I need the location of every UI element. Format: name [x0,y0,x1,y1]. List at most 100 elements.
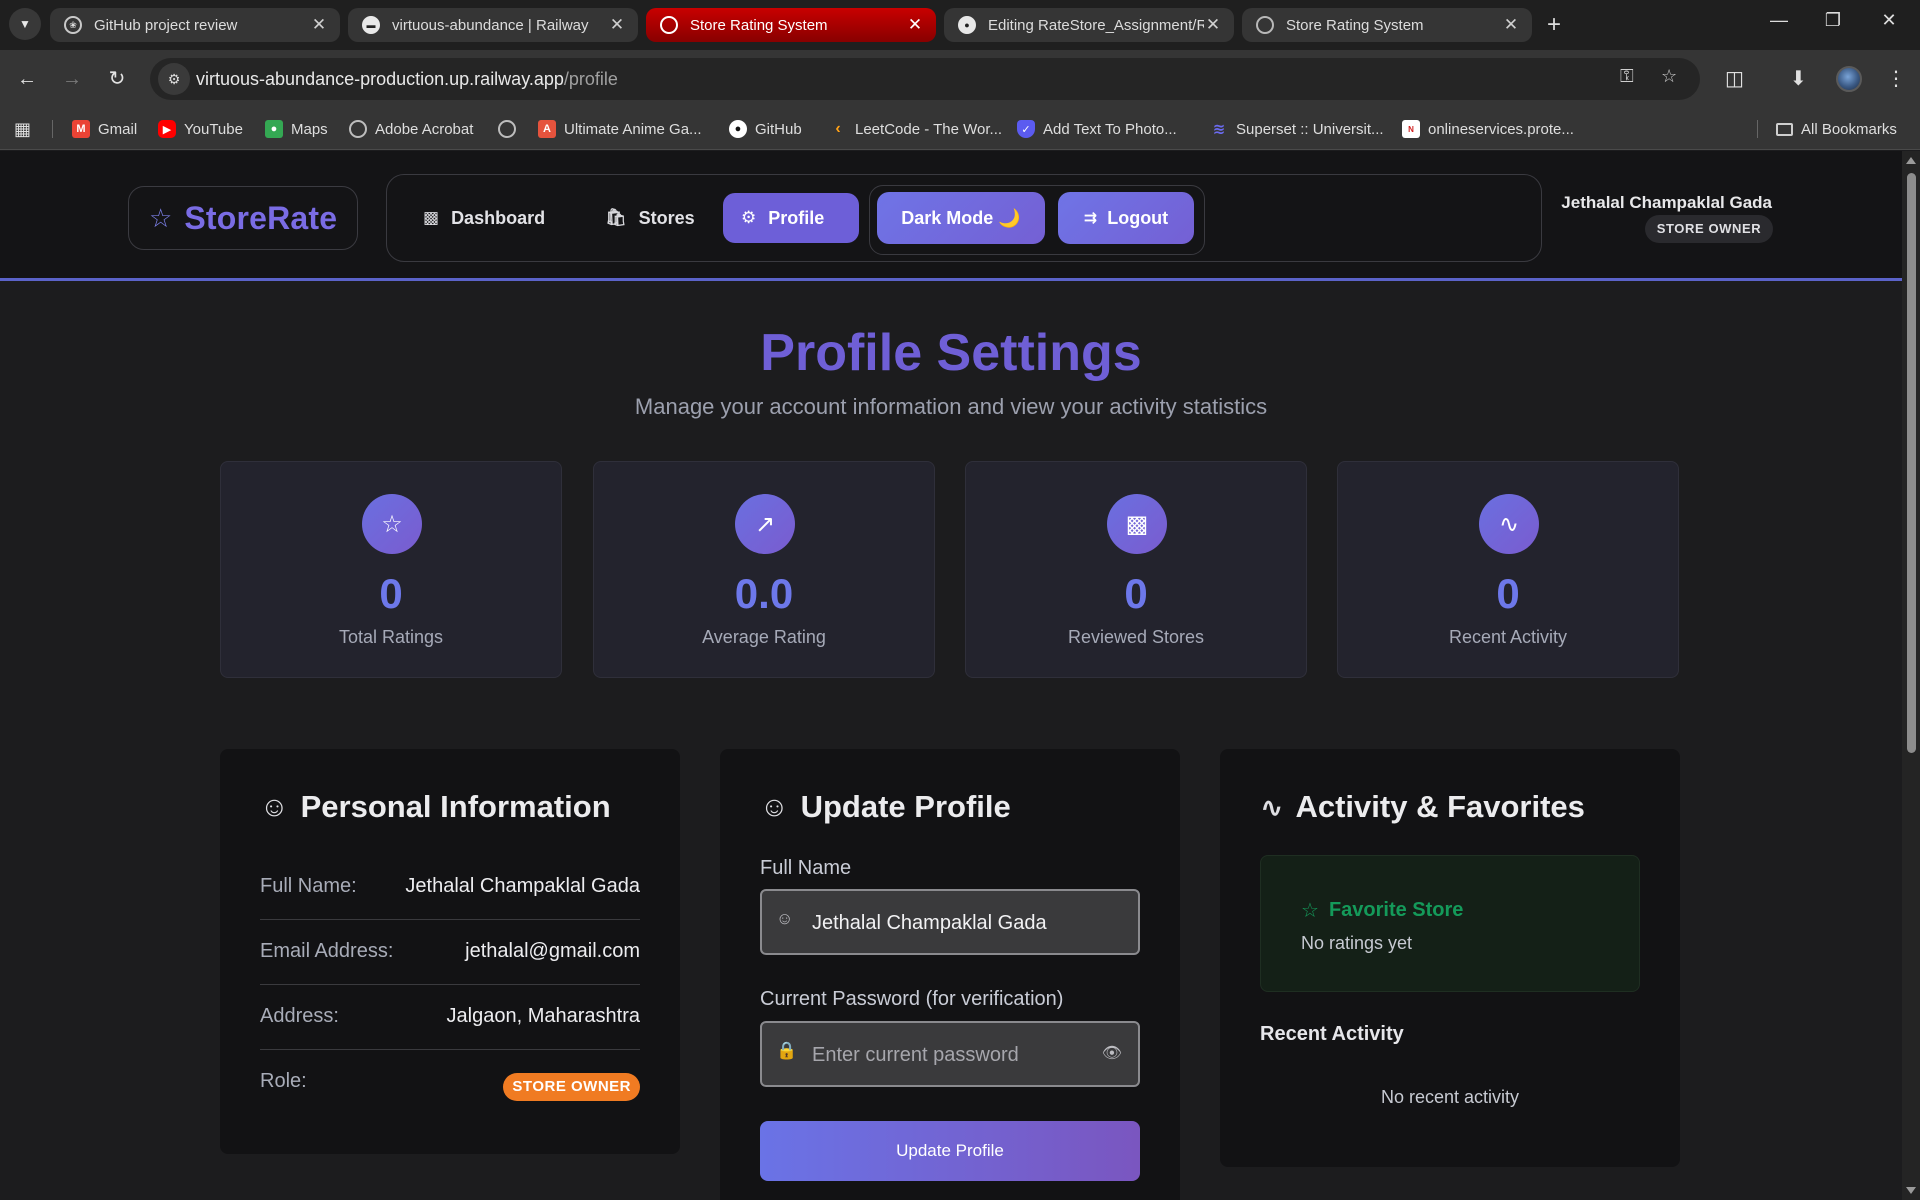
full-name-input[interactable]: ☺ Jethalal Champaklal Gada [760,889,1140,955]
nav-profile[interactable]: ⚙ Profile [723,193,859,243]
bookmark-item[interactable]: A Ultimate Anime Ga... [538,108,702,150]
nav-dashboard[interactable]: ▩ Dashboard [405,193,563,243]
logout-icon: ⇉ [1083,210,1098,227]
address-bar[interactable]: ⚙ virtuous-abundance-production.up.railw… [150,58,1700,100]
eye-icon[interactable]: 👁 [1102,1043,1122,1063]
logout-button[interactable]: ⇉ Logout [1058,192,1194,244]
url-text[interactable]: virtuous-abundance-production.up.railway… [196,69,618,90]
nav-label: Stores [638,207,695,228]
browser-tab[interactable]: ▬ virtuous-abundance | Railway ✕ [348,8,638,42]
bookmark-item[interactable]: ▶ YouTube [158,108,243,150]
all-bookmarks-folder[interactable]: All Bookmarks [1776,108,1897,150]
close-icon[interactable]: ✕ [906,15,924,35]
close-window-icon[interactable]: ✕ [1866,10,1912,31]
page-scrollbar[interactable] [1902,151,1920,1200]
bookmark-item[interactable]: Adobe Acrobat [349,108,473,150]
scroll-down-arrow-icon[interactable] [1906,1187,1916,1194]
restore-icon[interactable]: ❐ [1810,10,1856,31]
folder-icon [1776,122,1793,136]
back-arrow-icon[interactable]: ← [12,64,42,94]
close-icon[interactable]: ✕ [310,15,328,35]
activity-icon: ∿ [1479,494,1539,554]
brand-logo[interactable]: ☆ StoreRate [128,186,358,250]
close-icon[interactable]: ✕ [1204,15,1222,35]
youtube-icon: ▶ [158,120,176,138]
update-profile-button[interactable]: Update Profile [760,1121,1140,1181]
favorite-store-box: ☆ Favorite Store No ratings yet [1260,855,1640,992]
scrollbar-thumb[interactable] [1907,173,1916,753]
header-user-role-badge: STORE OWNER [1645,215,1773,243]
password-placeholder: Enter current password [812,1044,1019,1066]
tab-title: Editing RateStore_Assignment/R [988,16,1204,34]
stat-value: 0.0 [734,570,794,617]
card-title-text: Personal Information [300,789,611,824]
reload-icon[interactable]: ↻ [102,64,132,94]
recent-activity-heading: Recent Activity [1260,1023,1404,1045]
key-icon[interactable]: ⚿ [1620,66,1634,87]
current-password-input[interactable]: 🔒 Enter current password 👁 [760,1021,1140,1087]
openai-icon: ❀ [64,16,82,34]
info-row-role: Role: STORE OWNER [260,1050,640,1115]
site-info-icon[interactable]: ⚙ [158,63,190,95]
bookmark-item[interactable]: ‹ LeetCode - The Wor... [829,108,1002,150]
page-title: Profile Settings [760,324,1142,382]
bar-chart-icon: ▩ [423,208,440,227]
browser-tab[interactable]: ● Editing RateStore_Assignment/R ✕ [944,8,1234,42]
personal-info-card: ☺ Personal Information Full Name: Jethal… [220,749,680,1154]
bookmarks-divider [52,120,53,138]
bookmarks-divider [1757,120,1758,138]
bookmark-item[interactable]: ≋ Superset :: Universit... [1210,108,1384,150]
download-icon[interactable]: ⬇ [1790,66,1807,91]
bookmark-item[interactable] [498,108,524,150]
gmail-icon: M [72,120,90,138]
tab-title: Store Rating System [1286,16,1424,34]
railway-icon: ▬ [362,16,380,34]
anime-icon: A [538,120,556,138]
browser-tabstrip: ▼ ❀ GitHub project review ✕ ▬ virtuous-a… [0,0,1920,50]
apps-grid-icon[interactable]: ▦ [14,108,31,150]
browser-toolbar: ← → ↻ ⚙ virtuous-abundance-production.up… [0,50,1920,108]
new-tab-button[interactable]: + [1538,12,1570,40]
globe-icon [1256,16,1274,34]
app-header: ☆ StoreRate ▩ Dashboard 🛍 Stores ⚙ Profi… [0,151,1902,281]
chevron-down-icon: ▼ [19,17,31,31]
bookmark-label: Adobe Acrobat [375,120,474,138]
close-icon[interactable]: ✕ [608,15,626,35]
full-name-value: Jethalal Champaklal Gada [812,912,1047,934]
bookmark-item[interactable]: N onlineservices.prote... [1402,108,1574,150]
dark-mode-toggle[interactable]: Dark Mode 🌙 [877,192,1045,244]
brand-name: StoreRate [184,199,338,236]
shopping-bag-icon: 🛍 [605,208,627,227]
bookmark-item[interactable]: M Gmail [72,108,137,150]
stat-label: Recent Activity [1448,627,1568,647]
browser-tab[interactable]: ❀ GitHub project review ✕ [50,8,340,42]
more-menu-icon[interactable]: ⋮ [1886,66,1906,91]
lock-icon: 🔒 [776,1041,798,1060]
forward-arrow-icon[interactable]: → [57,64,87,94]
user-icon: ☺ [760,791,789,822]
star-icon: ☆ [362,494,422,554]
browser-tab[interactable]: Store Rating System ✕ [1242,8,1532,42]
minimize-icon[interactable]: — [1756,10,1802,31]
scroll-up-arrow-icon[interactable] [1906,157,1916,164]
browser-tab-active[interactable]: Store Rating System ✕ [646,8,936,42]
bookmark-star-icon[interactable]: ☆ [1661,66,1677,87]
bookmark-item[interactable]: ● GitHub [729,108,802,150]
bookmark-label: LeetCode - The Wor... [855,120,1003,138]
info-label: Address: [260,1005,339,1027]
stat-label: Total Ratings [338,627,444,647]
stat-card-average-rating: ↗ 0.0 Average Rating [593,461,935,678]
tab-title: GitHub project review [94,16,238,34]
bookmark-item[interactable]: ✓ Add Text To Photo... [1017,108,1177,150]
tab-search-button[interactable]: ▼ [9,8,41,40]
bookmark-item[interactable]: ● Maps [265,108,328,150]
extensions-icon[interactable]: ◫ [1725,66,1744,91]
profile-avatar[interactable] [1836,66,1862,92]
nav-stores[interactable]: 🛍 Stores [587,193,713,243]
maps-icon: ● [265,120,283,138]
star-icon: ☆ [149,202,173,233]
superset-icon: ≋ [1212,121,1226,138]
stat-value: 0 [379,570,403,617]
gear-icon: ⚙ [741,208,757,227]
close-icon[interactable]: ✕ [1502,15,1520,35]
